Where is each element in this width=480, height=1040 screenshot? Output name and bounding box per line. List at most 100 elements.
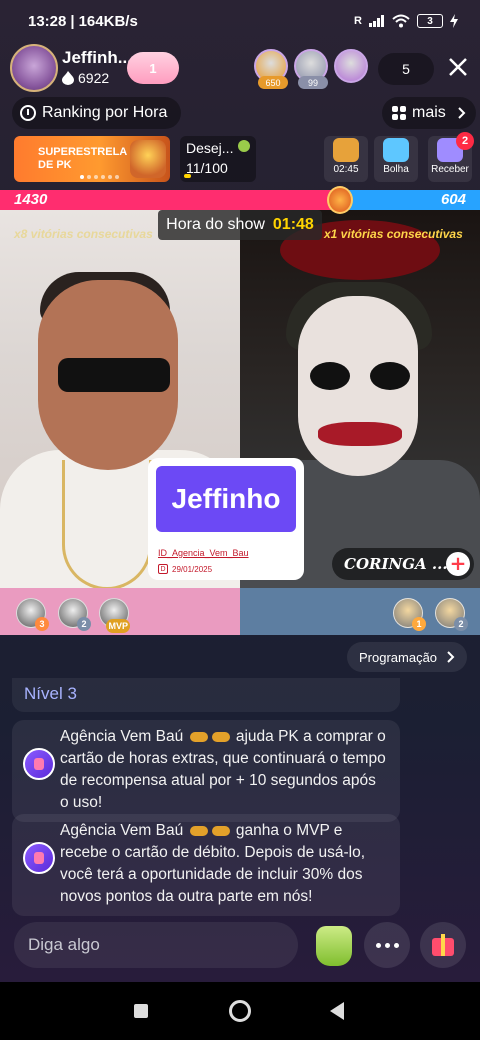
program-label: Programação	[359, 649, 438, 665]
left-streak: x8 vitórias consecutivas	[14, 227, 153, 241]
pk-timer-value: 01:48	[272, 216, 314, 233]
chest-icon	[333, 138, 359, 162]
more-button[interactable]: mais	[382, 97, 476, 129]
receive-badge: 2	[456, 132, 474, 150]
bubble-button[interactable]: Bolha	[374, 136, 418, 182]
drink-cup-icon[interactable]	[316, 926, 352, 966]
follow-opponent-button[interactable]: +	[446, 552, 470, 576]
status-icons: R 3	[354, 14, 458, 28]
wifi-icon	[392, 14, 410, 28]
pk-superstar-banner[interactable]: SUPERESTRELA DE PK	[14, 136, 170, 182]
viewer-avatar[interactable]	[334, 49, 368, 83]
key-icon	[211, 731, 230, 742]
roaming-signal-icon: R	[354, 15, 362, 27]
video-figure	[318, 422, 402, 446]
more-options-button[interactable]	[364, 922, 410, 968]
name-card-date-row: D 29/01/2025	[158, 564, 212, 574]
supporter-rank: 1	[412, 617, 426, 631]
key-icon	[189, 731, 208, 742]
video-figure	[62, 460, 152, 590]
gift-box-icon	[383, 138, 409, 162]
pk-right-score: 604	[440, 191, 466, 208]
host-avatar[interactable]	[10, 44, 58, 92]
more-label: mais	[412, 104, 446, 121]
supporter-avatar[interactable]: 2	[435, 598, 468, 631]
battery-icon: 3	[417, 14, 443, 28]
name-card-title: Jeffinho	[156, 466, 296, 532]
chat-message: Agência Vem Baú ganha o MVP e recebe o c…	[12, 814, 400, 916]
supporter-avatar[interactable]: 3	[16, 598, 49, 631]
status-separator: |	[70, 12, 75, 30]
bubble-label: Bolha	[383, 164, 409, 175]
host-row: Jeffinh... 6922 1 650 99 5	[10, 44, 480, 94]
supporter-rank: 2	[77, 617, 91, 631]
status-bar: 13:28 | 164KB/s R 3	[0, 0, 480, 42]
viewer-badge: 99	[298, 76, 328, 89]
pk-divider-icon	[327, 186, 353, 214]
gift-icon[interactable]	[420, 922, 466, 968]
host-name[interactable]: Jeffinh...	[62, 48, 132, 68]
chevron-right-icon	[447, 651, 455, 663]
charging-icon	[450, 14, 458, 28]
right-streak: x1 vitórias consecutivas	[324, 227, 463, 241]
fruit-icon	[238, 140, 250, 152]
potion-icon	[23, 748, 55, 780]
pk-score-bar	[0, 190, 480, 210]
video-figure	[310, 362, 410, 392]
back-button[interactable]	[330, 1002, 344, 1020]
host-fans: 6922	[62, 70, 109, 86]
wish-widget[interactable]: Desej... 11/100	[180, 136, 256, 182]
follow-button[interactable]: 1	[127, 52, 179, 84]
follow-badge: 1	[149, 60, 157, 76]
wish-progress-bar	[184, 174, 191, 178]
wish-progress-text: 11/100	[186, 160, 228, 176]
status-speed: 164KB/s	[78, 12, 138, 30]
chest-button[interactable]: 02:45	[324, 136, 368, 182]
trophy-icon	[130, 140, 166, 178]
name-card-date-icon: D	[158, 564, 168, 574]
message-author: Agência Vem Baú	[60, 822, 184, 839]
recents-button[interactable]	[134, 1004, 148, 1018]
viewer-avatar[interactable]: 99	[294, 49, 328, 89]
pk-timer-label: Hora do show	[166, 216, 265, 233]
host-fans-count: 6922	[78, 70, 110, 86]
banner-pagination	[80, 175, 119, 179]
opponent-name-pill[interactable]: CORINGA ... +	[332, 548, 474, 580]
pk-banner-label: SUPERESTRELA DE PK	[38, 146, 127, 171]
supporter-rank: 2	[454, 617, 468, 631]
program-button[interactable]: Programação	[347, 642, 468, 672]
name-card-id: ID_Agencia_Vem_Bau	[158, 548, 249, 558]
grid-icon	[392, 106, 406, 120]
ranking-button[interactable]: Ranking por Hora	[12, 97, 182, 129]
close-icon	[449, 58, 467, 76]
name-card[interactable]: Jeffinho ID_Agencia_Vem_Bau D 29/01/2025	[148, 458, 304, 580]
supporter-avatar[interactable]: 2	[58, 598, 91, 631]
opponent-name: CORINGA ...	[344, 555, 448, 573]
viewer-avatar[interactable]: 650	[254, 49, 288, 89]
magnet-icon	[23, 842, 55, 874]
clock-icon	[20, 105, 36, 121]
supporter-avatar[interactable]: MVP	[99, 598, 130, 633]
receive-button[interactable]: Receber 2	[428, 132, 474, 182]
chat-input-placeholder: Diga algo	[28, 935, 100, 954]
viewer-badge: 650	[258, 76, 288, 89]
viewer-count[interactable]: 5	[378, 53, 434, 85]
pk-left-score: 1430	[14, 191, 48, 208]
chat-input[interactable]: Diga algo	[14, 922, 298, 968]
supporter-avatar[interactable]: 1	[393, 598, 426, 631]
receive-label: Receber	[431, 164, 469, 175]
video-figure	[58, 358, 170, 392]
ranking-label: Ranking por Hora	[42, 104, 168, 121]
key-icon	[189, 825, 208, 836]
close-button[interactable]	[444, 52, 472, 82]
name-card-date: 29/01/2025	[172, 564, 213, 574]
home-button[interactable]	[229, 1000, 251, 1022]
cell-signal-icon	[369, 15, 384, 27]
pk-timer: Hora do show 01:48	[158, 210, 322, 240]
mvp-badge: MVP	[106, 619, 130, 633]
key-icon	[211, 825, 230, 836]
message-author: Agência Vem Baú	[60, 728, 184, 745]
chat-message: Agência Vem Baú ajuda PK a comprar o car…	[12, 720, 400, 822]
supporter-rank: 3	[35, 617, 49, 631]
level-message: Nível 3	[12, 678, 400, 712]
